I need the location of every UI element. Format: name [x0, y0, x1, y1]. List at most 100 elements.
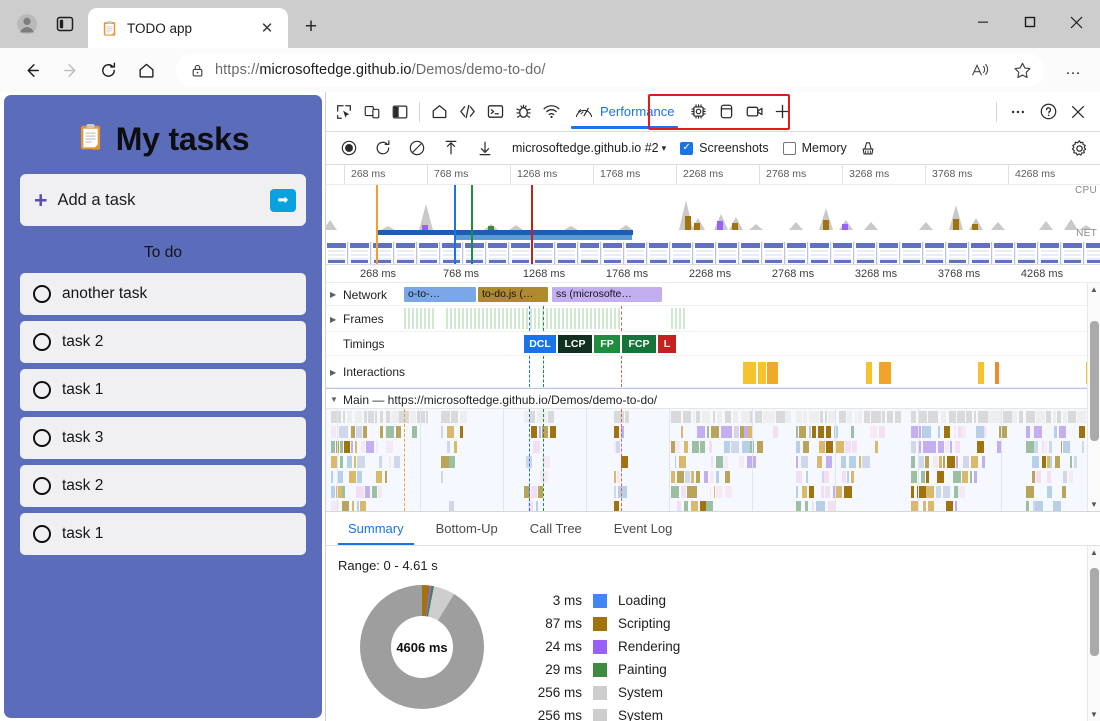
flame-bar[interactable]: [739, 426, 744, 438]
timing-marker-fcp[interactable]: FCP: [622, 335, 656, 353]
flame-bar[interactable]: [538, 426, 542, 438]
screenshot-thumbnail[interactable]: [625, 242, 647, 264]
capture-settings-gear-icon[interactable]: [1066, 135, 1092, 161]
flame-bar[interactable]: [360, 441, 366, 453]
flame-bar[interactable]: [1026, 486, 1034, 498]
flame-bar[interactable]: [843, 486, 852, 498]
flame-bar[interactable]: [533, 441, 541, 453]
flame-bar[interactable]: [1046, 411, 1052, 423]
flame-bar[interactable]: [954, 426, 956, 438]
flame-bar[interactable]: [723, 456, 728, 468]
flame-bar[interactable]: [1042, 441, 1044, 453]
flame-bar[interactable]: [690, 501, 698, 511]
flame-bar[interactable]: [1053, 411, 1056, 423]
flame-bar[interactable]: [446, 426, 455, 438]
welcome-home-icon[interactable]: [425, 98, 453, 126]
forward-button[interactable]: [52, 52, 88, 88]
flame-bar[interactable]: [911, 456, 916, 468]
flame-bar[interactable]: [920, 471, 925, 483]
flame-bar[interactable]: [816, 501, 825, 511]
flame-bar[interactable]: [1036, 411, 1046, 423]
flame-bar[interactable]: [835, 441, 844, 453]
flame-bar[interactable]: [349, 471, 357, 483]
interaction-bar[interactable]: [866, 362, 872, 384]
screenshots-checkbox[interactable]: ✓ Screenshots: [680, 141, 769, 155]
flame-bar[interactable]: [826, 426, 831, 438]
flame-bar[interactable]: [355, 441, 358, 453]
flame-bar[interactable]: [378, 486, 383, 498]
screenshot-thumbnail[interactable]: [717, 242, 739, 264]
flame-bar[interactable]: [724, 486, 733, 498]
flame-bar[interactable]: [858, 411, 863, 423]
scroll-up-arrow-icon[interactable]: ▲: [1090, 546, 1098, 559]
flame-bar[interactable]: [955, 441, 961, 453]
track-network[interactable]: ▶ Network o-to-… to-do.js (… ss (microsoft…: [326, 283, 1100, 306]
flame-bar[interactable]: [966, 411, 972, 423]
window-close-button[interactable]: [1053, 0, 1100, 44]
flame-bar[interactable]: [1063, 441, 1070, 453]
flame-bar[interactable]: [847, 411, 853, 423]
flame-bar[interactable]: [1026, 411, 1036, 423]
flame-bar[interactable]: [357, 471, 363, 483]
flame-bar[interactable]: [549, 426, 557, 438]
flame-bar[interactable]: [409, 411, 417, 423]
flame-bar[interactable]: [448, 501, 454, 511]
flame-bar[interactable]: [356, 501, 359, 511]
flame-bar[interactable]: [755, 411, 763, 423]
flame-bar[interactable]: [536, 411, 547, 423]
screenshot-thumbnail[interactable]: [487, 242, 509, 264]
flame-bar[interactable]: [331, 486, 335, 498]
screenshot-thumbnail[interactable]: [832, 242, 854, 264]
flame-bar[interactable]: [459, 426, 463, 438]
flame-bar[interactable]: [614, 426, 619, 438]
track-network-label[interactable]: ▶ Network: [330, 283, 387, 306]
flame-bar[interactable]: [707, 426, 710, 438]
window-minimize-button[interactable]: [959, 0, 1006, 44]
flame-bar[interactable]: [378, 456, 382, 468]
flame-bar[interactable]: [441, 456, 449, 468]
legend-row[interactable]: 256 ms System: [530, 708, 680, 721]
flame-bar[interactable]: [938, 456, 943, 468]
flame-bar[interactable]: [375, 441, 378, 453]
flame-bar[interactable]: [976, 426, 984, 438]
scroll-down-arrow-icon[interactable]: ▼: [1090, 498, 1098, 511]
screenshot-thumbnail[interactable]: [855, 242, 877, 264]
flame-bar[interactable]: [331, 426, 336, 438]
flame-bar[interactable]: [374, 411, 378, 423]
screenshot-thumbnail[interactable]: [763, 242, 785, 264]
flame-bar[interactable]: [671, 486, 679, 498]
flame-bar[interactable]: [824, 486, 831, 498]
flame-bar[interactable]: [692, 441, 700, 453]
flame-bar[interactable]: [1062, 486, 1066, 498]
flame-bar[interactable]: [1062, 471, 1067, 483]
task-item[interactable]: task 1: [20, 513, 306, 555]
flame-bar[interactable]: [935, 486, 941, 498]
flame-bar[interactable]: [379, 426, 384, 438]
flame-bar[interactable]: [385, 471, 388, 483]
close-devtools-icon[interactable]: [1064, 98, 1092, 126]
flame-bar[interactable]: [331, 441, 336, 453]
flame-bar[interactable]: [350, 426, 356, 438]
screenshot-thumbnail[interactable]: [418, 242, 440, 264]
flame-bar[interactable]: [1033, 426, 1043, 438]
screenshot-thumbnail[interactable]: [556, 242, 578, 264]
flame-bar[interactable]: [1032, 456, 1039, 468]
flame-bar[interactable]: [826, 441, 833, 453]
flame-bar[interactable]: [878, 426, 885, 438]
interaction-bar[interactable]: [995, 362, 999, 384]
flame-bar[interactable]: [937, 426, 941, 438]
flame-bar[interactable]: [1055, 456, 1061, 468]
flame-bar[interactable]: [395, 426, 401, 438]
screenshot-thumbnail[interactable]: [1039, 242, 1061, 264]
flame-bar[interactable]: [886, 411, 893, 423]
flame-bar[interactable]: [802, 411, 807, 423]
collapse-triangle-icon[interactable]: ▼: [330, 395, 339, 404]
timeline-overview[interactable]: 268 ms 768 ms 1268 ms 1768 ms 2268 ms 2768 ms…: [326, 165, 1100, 265]
flame-bar[interactable]: [732, 411, 739, 423]
screenshot-thumbnail[interactable]: [395, 242, 417, 264]
flame-bar[interactable]: [984, 426, 987, 438]
screenshot-thumbnail[interactable]: [441, 242, 463, 264]
flame-bar[interactable]: [870, 426, 878, 438]
tab-bottom-up[interactable]: Bottom-Up: [420, 512, 514, 545]
flame-bar[interactable]: [938, 441, 945, 453]
